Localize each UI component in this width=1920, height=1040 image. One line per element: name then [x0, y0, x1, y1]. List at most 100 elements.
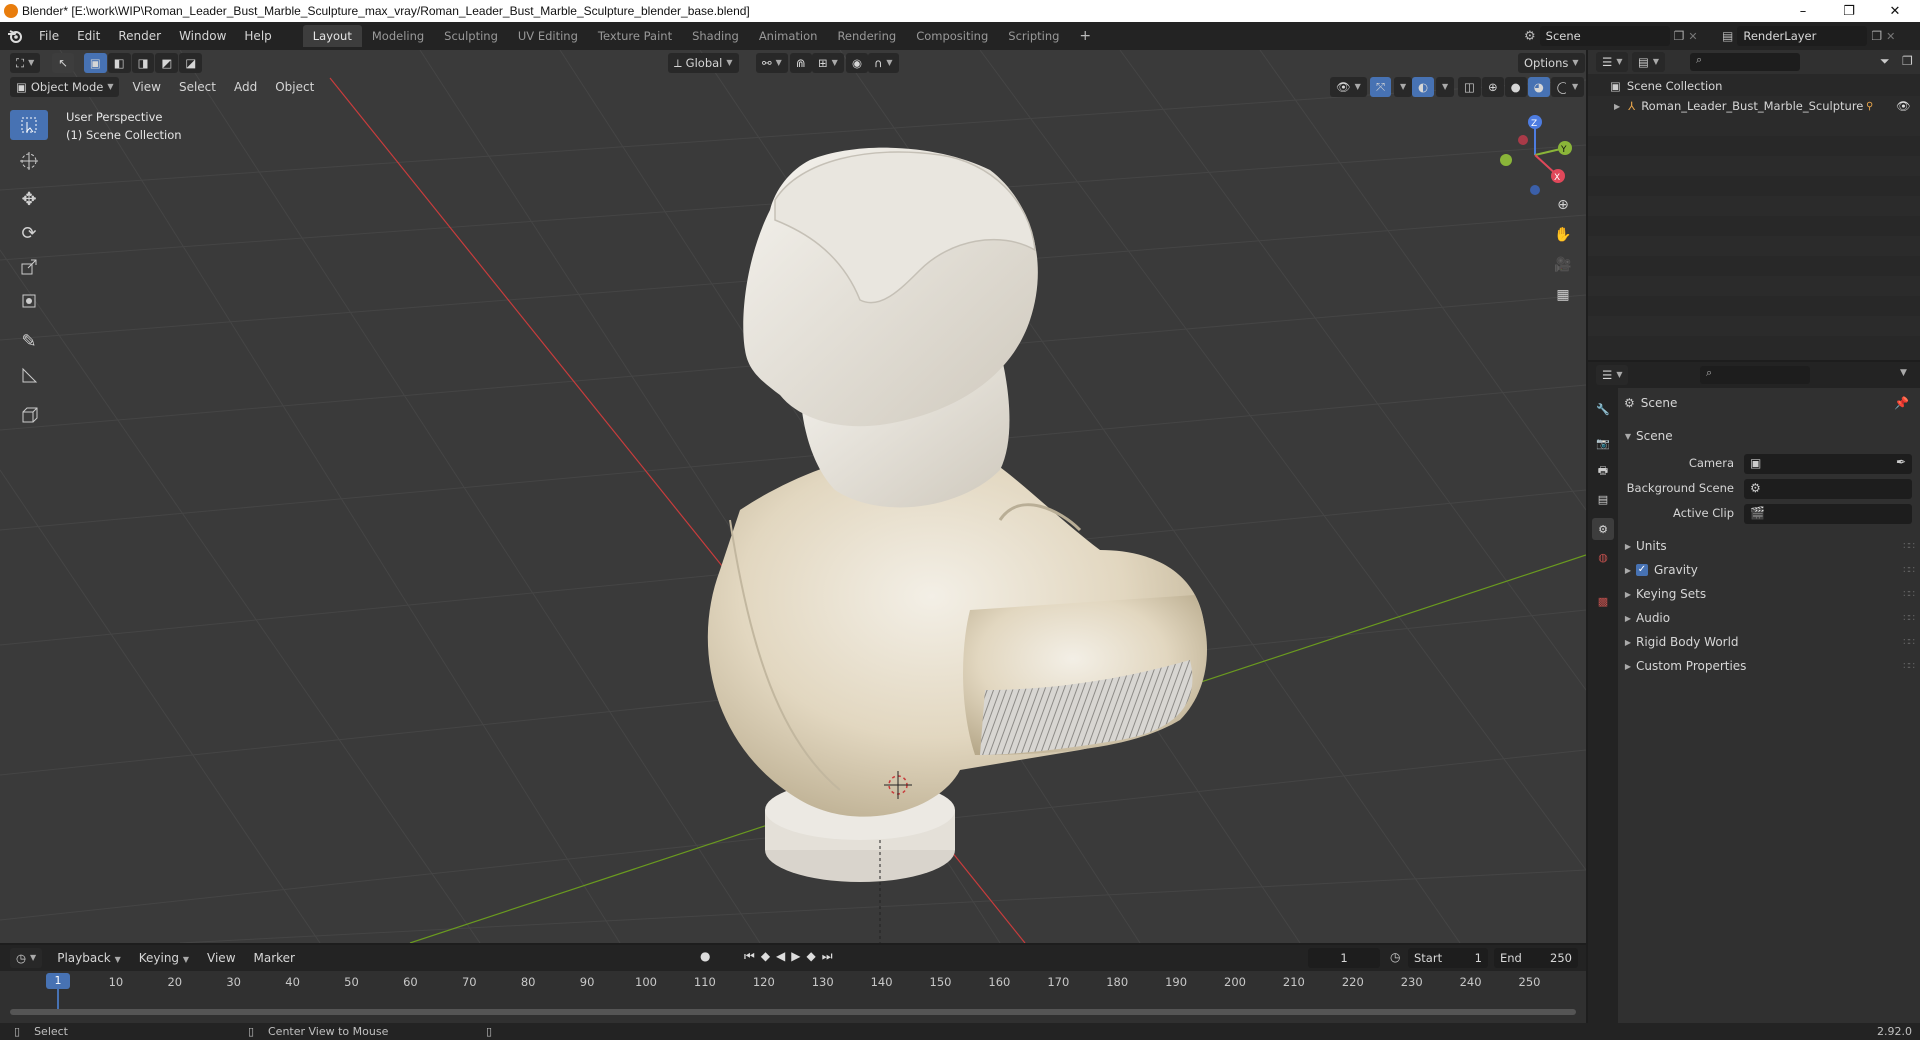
measure-tool[interactable]	[10, 360, 48, 390]
properties-editor-type[interactable]: ☰ ▼	[1596, 365, 1629, 385]
playhead-label[interactable]: 1	[46, 973, 70, 989]
drag-handle-icon[interactable]: ∷∷	[1903, 613, 1915, 624]
select-tool-icon[interactable]: ↖	[52, 53, 74, 73]
snap-toggle[interactable]: ⋒	[790, 53, 812, 73]
jump-end-icon[interactable]: ⏭	[822, 949, 833, 964]
visibility-eye-icon[interactable]: 👁	[1896, 99, 1911, 113]
add-workspace-button[interactable]: +	[1069, 25, 1101, 47]
visibility-dropdown[interactable]: 👁 ▼	[1330, 77, 1367, 97]
current-frame-field[interactable]: 1	[1308, 948, 1380, 968]
timeline-editor-type[interactable]: ◷ ▼	[10, 948, 43, 968]
outliner-row-object[interactable]: ▶ ⅄ Roman_Leader_Bust_Marble_Sculpture ⚲…	[1588, 96, 1920, 116]
subtract-select-icon[interactable]: ◨	[131, 53, 155, 73]
cursor-tool[interactable]	[10, 146, 48, 176]
drag-handle-icon[interactable]: ∷∷	[1903, 565, 1915, 576]
drag-handle-icon[interactable]: ∷∷	[1903, 541, 1915, 552]
zoom-icon[interactable]: ⊕	[1550, 192, 1576, 218]
scene-panel-header[interactable]: ▼ Scene	[1620, 426, 1920, 446]
maximize-button[interactable]: ❐	[1826, 0, 1872, 22]
close-button[interactable]: ✕	[1872, 0, 1918, 22]
render-layer-selector[interactable]: ▤ RenderLayer ❐ ✕	[1722, 25, 1918, 47]
start-frame-field[interactable]: Start 1	[1408, 948, 1488, 968]
intersect-select-icon[interactable]: ◪	[179, 53, 203, 73]
extend-select-icon[interactable]: ◧	[107, 53, 131, 73]
render-layer-field[interactable]: RenderLayer	[1737, 26, 1868, 46]
menu-help[interactable]: Help	[235, 24, 280, 48]
tab-animation[interactable]: Animation	[749, 25, 828, 47]
transform-orientation-dropdown[interactable]: ⟂ Global ▼	[668, 53, 739, 73]
wireframe-shading-icon[interactable]: ⊕	[1482, 77, 1504, 97]
annotate-tool[interactable]: ✎	[10, 326, 48, 356]
set-select-icon[interactable]: ▣	[83, 53, 107, 73]
scene-tab-icon[interactable]: ⚙	[1592, 518, 1614, 540]
tab-shading[interactable]: Shading	[682, 25, 749, 47]
active-clip-field[interactable]: 🎬	[1744, 504, 1912, 524]
overlay-toggle[interactable]: ◐	[1412, 77, 1435, 97]
tool-tab-icon[interactable]: 🔧	[1592, 398, 1614, 420]
timeline-scrollbar[interactable]	[10, 1009, 1576, 1015]
delete-render-layer-icon[interactable]: ✕	[1886, 30, 1895, 43]
pivot-point-dropdown[interactable]: ⚯ ▼	[756, 53, 788, 73]
options-dropdown[interactable]: Options ▼	[1518, 53, 1585, 73]
filter-icon[interactable]: ⏷	[1880, 54, 1890, 69]
prev-keyframe-icon[interactable]: ◆	[761, 949, 770, 964]
pin-icon[interactable]: 📌	[1894, 396, 1909, 410]
audio-panel-header[interactable]: ▶ Audio ∷∷	[1620, 608, 1920, 628]
scale-tool[interactable]	[10, 252, 48, 282]
outliner-row-scene-collection[interactable]: ▣ Scene Collection	[1588, 76, 1920, 96]
shading-dropdown[interactable]: ▼	[1566, 77, 1585, 97]
new-scene-icon[interactable]: ❐	[1674, 29, 1685, 43]
navigation-gizmo[interactable]: Z Y X	[1490, 110, 1580, 200]
tab-rendering[interactable]: Rendering	[827, 25, 906, 47]
menu-render[interactable]: Render	[109, 24, 170, 48]
bust-model[interactable]	[707, 147, 1207, 882]
menu-edit[interactable]: Edit	[68, 24, 109, 48]
outliner-editor-type[interactable]: ☰ ▼	[1596, 52, 1629, 72]
falloff-dropdown[interactable]: ∩ ▼	[868, 53, 899, 73]
drag-handle-icon[interactable]: ∷∷	[1903, 589, 1915, 600]
pan-hand-icon[interactable]: ✋	[1550, 222, 1576, 248]
timeline-menu-marker[interactable]: Marker	[245, 946, 304, 970]
timeline-menu-playback[interactable]: Playback ▼	[48, 946, 130, 970]
tab-scripting[interactable]: Scripting	[998, 25, 1069, 47]
outliner-search-input[interactable]: ⌕	[1690, 53, 1800, 71]
play-icon[interactable]: ▶	[791, 949, 800, 964]
snap-target-dropdown[interactable]: ⊞ ▼	[812, 53, 844, 73]
editor-type-button[interactable]: ⛶ ▼	[10, 53, 41, 73]
camera-view-icon[interactable]: 🎥	[1550, 252, 1576, 278]
move-tool[interactable]: ✥	[10, 184, 48, 214]
gravity-panel-header[interactable]: ▶ ✓ Gravity ∷∷	[1620, 560, 1920, 580]
drag-handle-icon[interactable]: ∷∷	[1903, 637, 1915, 648]
drag-handle-icon[interactable]: ∷∷	[1903, 661, 1915, 672]
display-mode-dropdown[interactable]: ▤ ▼	[1632, 52, 1666, 72]
scene-selector[interactable]: ⚙ Scene ❐ ✕	[1524, 25, 1714, 47]
scene-name-field[interactable]: Scene	[1539, 26, 1670, 46]
rotate-tool[interactable]: ⟳	[10, 218, 48, 248]
eyedropper-icon[interactable]: ✒	[1896, 455, 1906, 469]
blender-menu-icon[interactable]	[0, 29, 30, 43]
viewport-menu-select[interactable]: Select	[170, 75, 225, 99]
rigid-body-world-panel-header[interactable]: ▶ Rigid Body World ∷∷	[1620, 632, 1920, 652]
units-panel-header[interactable]: ▶ Units ∷∷	[1620, 536, 1920, 556]
delete-scene-icon[interactable]: ✕	[1688, 30, 1697, 43]
tab-layout[interactable]: Layout	[302, 25, 362, 47]
perspective-grid-icon[interactable]: ▦	[1550, 282, 1576, 308]
render-tab-icon[interactable]: 📷	[1592, 432, 1614, 454]
menu-window[interactable]: Window	[170, 24, 235, 48]
proportional-edit-toggle[interactable]: ◉	[846, 53, 869, 73]
minimize-button[interactable]: –	[1780, 0, 1826, 22]
viewport-menu-view[interactable]: View	[123, 75, 169, 99]
menu-file[interactable]: File	[30, 24, 68, 48]
select-box-tool[interactable]	[10, 110, 48, 140]
end-frame-field[interactable]: End 250	[1494, 948, 1578, 968]
expand-triangle-icon[interactable]: ▶	[1614, 102, 1620, 111]
gizmo-dropdown[interactable]: ▼	[1394, 77, 1413, 97]
3d-viewport[interactable]: User Perspective (1) Scene Collection ✥ …	[0, 50, 1586, 943]
tab-modeling[interactable]: Modeling	[362, 25, 434, 47]
jump-start-icon[interactable]: ⏮	[744, 949, 755, 964]
custom-properties-panel-header[interactable]: ▶ Custom Properties ∷∷	[1620, 656, 1920, 676]
background-scene-field[interactable]: ⚙	[1744, 479, 1912, 499]
record-keyframe-icon[interactable]: ●	[700, 949, 710, 963]
viewport-menu-object[interactable]: Object	[266, 75, 323, 99]
xray-toggle[interactable]: ◫	[1458, 77, 1481, 97]
